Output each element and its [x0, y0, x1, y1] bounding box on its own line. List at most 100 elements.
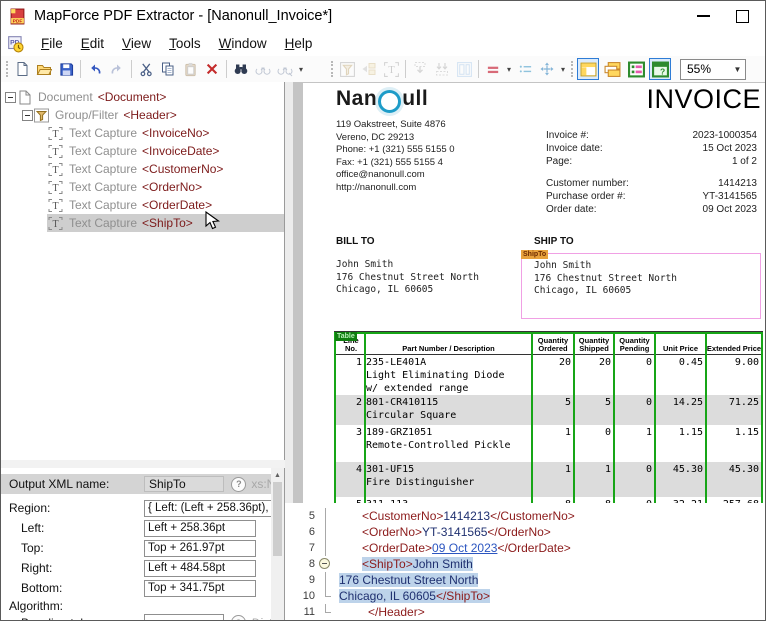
xml-line-7: 7 <OrderDate>09 Oct 2023</OrderDate> [285, 540, 766, 556]
toolbar-drag-handle[interactable] [6, 61, 8, 77]
paste-button[interactable] [179, 58, 201, 80]
pdf-page[interactable]: Nanull 119 Oakstreet, Suite 4876 Vereno,… [303, 83, 766, 503]
view-cascade-toggle[interactable] [601, 58, 623, 80]
menu-window[interactable]: Window [211, 33, 275, 54]
cut-scissors-icon [139, 62, 154, 77]
save-button[interactable] [55, 58, 77, 80]
extend-region-repeat-button[interactable] [431, 58, 453, 80]
tree-item-orderno[interactable]: T Text Capture <OrderNo> [1, 178, 284, 196]
text-capture-icon: T [47, 216, 64, 231]
text-capture-button[interactable]: T [380, 58, 402, 80]
preview-margin [285, 82, 293, 503]
red-equals-icon [486, 62, 501, 77]
zoom-combobox[interactable]: 55% ▼ [680, 59, 746, 80]
group-filter-capture-button[interactable] [336, 58, 358, 80]
copy-button[interactable] [157, 58, 179, 80]
extend-region-down-button[interactable] [409, 58, 431, 80]
list-options-button[interactable] [514, 58, 536, 80]
view-help-page-toggle[interactable]: ? [649, 58, 671, 80]
capture-grid-icon [628, 61, 645, 78]
tree-item-customerno[interactable]: T Text Capture <CustomerNo> [1, 160, 284, 178]
collapse-toggle[interactable] [5, 92, 16, 103]
zoom-dropdown-caret[interactable]: ▼ [730, 60, 745, 79]
nested-capture-button[interactable] [358, 58, 380, 80]
panel-splitter[interactable] [1, 460, 285, 468]
table-row: 3 189-GRZ1051Remote-Controlled Pickle 1 … [335, 425, 762, 462]
xml-line-9-selected: 9 176 Chestnut Street North [285, 572, 766, 588]
capture-column-line [654, 332, 656, 503]
maximize-button[interactable] [736, 10, 749, 23]
tree-item-document[interactable]: Document <Document> [1, 88, 284, 106]
help-icon[interactable]: ? [231, 615, 246, 621]
region-right-field[interactable]: Left + 484.58pt [144, 560, 256, 577]
region-field[interactable]: { Left: (Left + 258.36pt), [144, 500, 272, 517]
pdf-preview-panel: Nanull 119 Oakstreet, Suite 4876 Vereno,… [285, 82, 766, 503]
document-window-icon[interactable]: PD [7, 35, 25, 53]
svg-text:?: ? [660, 66, 665, 76]
menu-file[interactable]: File [33, 33, 71, 54]
toolbar-drag-handle-3[interactable] [571, 61, 573, 77]
svg-text:PDF: PDF [13, 18, 23, 24]
menu-bar: PD File Edit View Tools Window Help [1, 31, 765, 56]
order-date-link[interactable]: 09 Oct 2023 [432, 541, 497, 555]
menu-tools[interactable]: Tools [161, 33, 209, 54]
customer-number-row: Customer number:1414213 [546, 178, 757, 189]
svg-text:T: T [52, 183, 58, 194]
help-icon[interactable]: ? [231, 477, 246, 492]
menu-view[interactable]: View [114, 33, 159, 54]
bill-to-heading: BILL TO [336, 236, 375, 247]
region-top-field[interactable]: Top + 261.97pt [144, 540, 256, 557]
minimize-button[interactable] [697, 15, 710, 17]
tree-item-group-filter[interactable]: Group/Filter <Header> [1, 106, 284, 124]
match-lines-button[interactable] [482, 58, 504, 80]
fold-gutter [315, 588, 337, 604]
title-bar: PDF MapForce PDF Extractor - [Nanonull_I… [1, 1, 765, 31]
document-icon [16, 90, 33, 105]
tree-item-invoiceno[interactable]: T Text Capture <InvoiceNo> [1, 124, 284, 142]
tree-item-shipto[interactable]: T Text Capture <ShipTo> [1, 214, 284, 232]
xml-line-10-selected: 10 Chicago, IL 60605</ShipTo> [285, 588, 766, 604]
xml-line-5: 5 <CustomerNo>1414213</CustomerNo> [285, 508, 766, 524]
find-previous-button[interactable] [274, 58, 296, 80]
find-button[interactable] [230, 58, 252, 80]
delete-button[interactable] [201, 58, 223, 80]
menu-edit[interactable]: Edit [73, 33, 112, 54]
fold-gutter [315, 540, 337, 556]
collapse-fold-icon[interactable] [319, 558, 330, 569]
page-layout-button[interactable] [453, 58, 475, 80]
scrollbar-thumb[interactable] [273, 482, 282, 556]
svg-text:T: T [388, 65, 395, 76]
xml-output-panel[interactable]: 5 <CustomerNo>1414213</CustomerNo> 6 <Or… [285, 503, 766, 621]
undo-button[interactable] [84, 58, 106, 80]
move-anchors-caret[interactable]: ▾ [558, 65, 568, 74]
find-dropdown-caret[interactable]: ▾ [296, 65, 306, 74]
view-captures-toggle[interactable] [625, 58, 647, 80]
text-capture-icon: T [47, 198, 64, 213]
match-lines-caret[interactable]: ▾ [504, 65, 514, 74]
collapse-toggle[interactable] [22, 110, 33, 121]
output-xml-name-field[interactable]: ShipTo [144, 476, 224, 492]
properties-scrollbar[interactable]: ▲ [271, 468, 284, 621]
scroll-up-arrow[interactable]: ▲ [271, 468, 284, 482]
line-items-table[interactable]: Line No. Part Number / Description Quant… [334, 331, 763, 503]
toolbar-drag-handle-2[interactable] [331, 61, 333, 77]
move-anchors-button[interactable] [536, 58, 558, 80]
menu-help[interactable]: Help [277, 33, 321, 54]
prop-bottom: Bottom: Top + 341.75pt [1, 578, 284, 598]
open-file-button[interactable] [33, 58, 55, 80]
mouse-cursor [205, 211, 222, 231]
redo-button[interactable] [106, 58, 128, 80]
xml-line-6: 6 <OrderNo>YT-3141565</OrderNo> [285, 524, 766, 540]
region-bottom-field[interactable]: Top + 341.75pt [144, 580, 256, 597]
capture-column-line [761, 332, 763, 503]
cut-button[interactable] [135, 58, 157, 80]
tree-item-orderdate[interactable]: T Text Capture <OrderDate> [1, 196, 284, 214]
region-left-field[interactable]: Left + 258.36pt [144, 520, 256, 537]
baseline-tolerance-field[interactable] [144, 614, 224, 621]
shipto-capture-label: ShipTo [521, 250, 548, 259]
find-next-button[interactable] [252, 58, 274, 80]
find-next-icon [255, 61, 271, 77]
view-template-page-toggle[interactable] [577, 58, 599, 80]
tree-item-invoicedate[interactable]: T Text Capture <InvoiceDate> [1, 142, 284, 160]
new-file-button[interactable] [11, 58, 33, 80]
